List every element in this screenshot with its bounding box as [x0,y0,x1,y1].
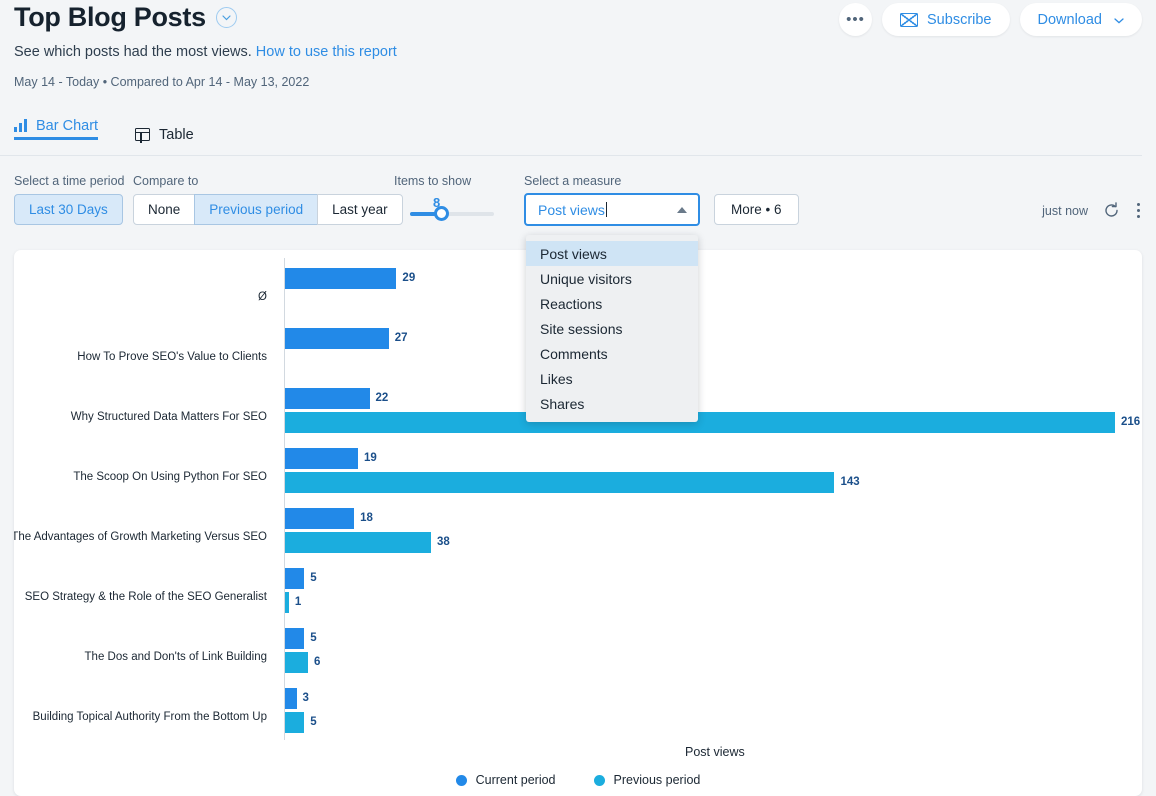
chart-legend: Current period Previous period [14,773,1142,787]
page-subtitle: See which posts had the most views. How … [14,44,397,60]
bar-value-previous: 216 [1121,416,1141,428]
time-period-label: Select a time period [14,174,125,188]
bar-previous-period[interactable] [285,532,432,553]
bar-value-previous: 5 [310,716,317,728]
subtitle-text: See which posts had the most views. [14,44,252,60]
envelope-icon [900,12,919,27]
dropdown-item-unique-visitors[interactable]: Unique visitors [526,266,698,291]
legend-item-previous: Previous period [593,773,701,787]
download-label: Download [1037,11,1103,28]
page-header: Top Blog Posts See which posts had the m… [0,0,1156,110]
items-to-show-label: Items to show [394,174,472,188]
bar-value-current: 5 [310,572,317,584]
date-range-summary: May 14 - Today • Compared to Apr 14 - Ma… [14,75,310,89]
dropdown-item-post-views[interactable]: Post views [526,241,698,266]
axis-title: Post views [685,745,745,759]
more-options-button[interactable]: ••• [839,3,873,36]
category-label: The Dos and Don'ts of Link Building [84,651,267,663]
legend-item-current: Current period [455,773,556,787]
dropdown-item-reactions[interactable]: Reactions [526,291,698,316]
compare-option-none[interactable]: None [133,194,196,225]
legend-label-current: Current period [475,773,556,787]
chevron-down-circle-icon[interactable] [215,7,237,28]
compare-to-label: Compare to [133,174,199,188]
legend-label-previous: Previous period [613,773,701,787]
title-row: Top Blog Posts [14,2,237,33]
bar-value-current: 18 [360,512,373,524]
category-label: How To Prove SEO's Value to Clients [77,351,267,363]
kebab-menu-icon[interactable] [1135,201,1142,220]
bar-current-period[interactable] [285,388,370,409]
dropdown-item-shares[interactable]: Shares [526,391,698,416]
bar-current-period[interactable] [285,568,305,589]
subscribe-label: Subscribe [927,11,992,28]
category-label: SEO Strategy & the Role of the SEO Gener… [24,591,267,603]
header-actions: ••• Subscribe Download [839,3,1142,36]
dropdown-item-likes[interactable]: Likes [526,366,698,391]
bar-chart-icon [14,119,27,132]
category-label: The Advantages of Growth Marketing Versu… [14,531,267,543]
bar-current-period[interactable] [285,448,358,469]
compare-option-previous-period[interactable]: Previous period [194,194,319,225]
bar-current-period[interactable] [285,508,355,529]
chevron-down-icon [1114,12,1124,28]
bar-current-period[interactable] [285,328,389,349]
tab-table-label: Table [159,126,194,143]
bar-value-previous: 1 [294,596,302,608]
bar-value-current: 5 [310,632,317,644]
compare-to-selector: None Previous period Last year [133,194,403,225]
category-label: Why Structured Data Matters For SEO [70,411,267,423]
time-period-selector: Last 30 Days [14,194,123,225]
tab-table[interactable]: Table [135,115,194,154]
category-label: Building Topical Authority From the Bott… [32,711,267,723]
bar-value-current: 3 [302,692,309,704]
bar-value-previous: 38 [437,536,450,548]
tab-bar-chart-label: Bar Chart [36,117,99,134]
subscribe-button[interactable]: Subscribe [882,3,1010,36]
how-to-use-report-link[interactable]: How to use this report [256,44,397,60]
compare-option-last-year[interactable]: Last year [317,194,403,225]
chart-meta-controls: just now [1042,201,1142,220]
measure-select-input[interactable]: Post views [524,193,700,226]
page-title: Top Blog Posts [14,2,206,32]
bar-previous-period[interactable] [285,712,305,733]
dropdown-item-site-sessions[interactable]: Site sessions [526,316,698,341]
bar-previous-period[interactable] [285,592,289,613]
caret-up-icon[interactable] [677,207,687,213]
bar-value-current: 27 [394,332,408,344]
bar-previous-period[interactable] [285,472,835,493]
slider-handle[interactable] [434,206,449,221]
bar-current-period[interactable] [285,688,297,709]
bar-value-current: 19 [364,452,377,464]
measure-select-value: Post views [538,201,605,218]
tab-bar-chart[interactable]: Bar Chart [14,115,99,140]
bar-current-period[interactable] [285,268,397,289]
bar-previous-period[interactable] [285,652,309,673]
measure-dropdown-menu: Post views Unique visitors Reactions Sit… [526,235,698,422]
text-caret [605,202,607,217]
refresh-status: just now [1042,203,1088,218]
category-label: The Scoop On Using Python For SEO [73,471,267,483]
download-button[interactable]: Download [1019,3,1142,36]
legend-dot-previous [593,774,605,786]
select-measure-label: Select a measure [524,174,622,188]
more-measures-button[interactable]: More • 6 [714,194,799,225]
table-icon [135,128,150,143]
bar-value-previous: 143 [840,476,860,488]
bar-current-period[interactable] [285,628,305,649]
legend-dot-current [455,774,467,786]
bar-value-previous: 6 [314,656,321,668]
bar-value-current: 22 [375,392,389,404]
bar-value-current: 29 [402,272,416,284]
time-period-button[interactable]: Last 30 Days [14,194,123,225]
category-label: Ø [258,291,267,303]
view-tabs: Bar Chart Table [0,115,1142,156]
bar-previous-period[interactable] [285,412,1115,433]
refresh-icon[interactable] [1103,202,1120,219]
dropdown-item-comments[interactable]: Comments [526,341,698,366]
